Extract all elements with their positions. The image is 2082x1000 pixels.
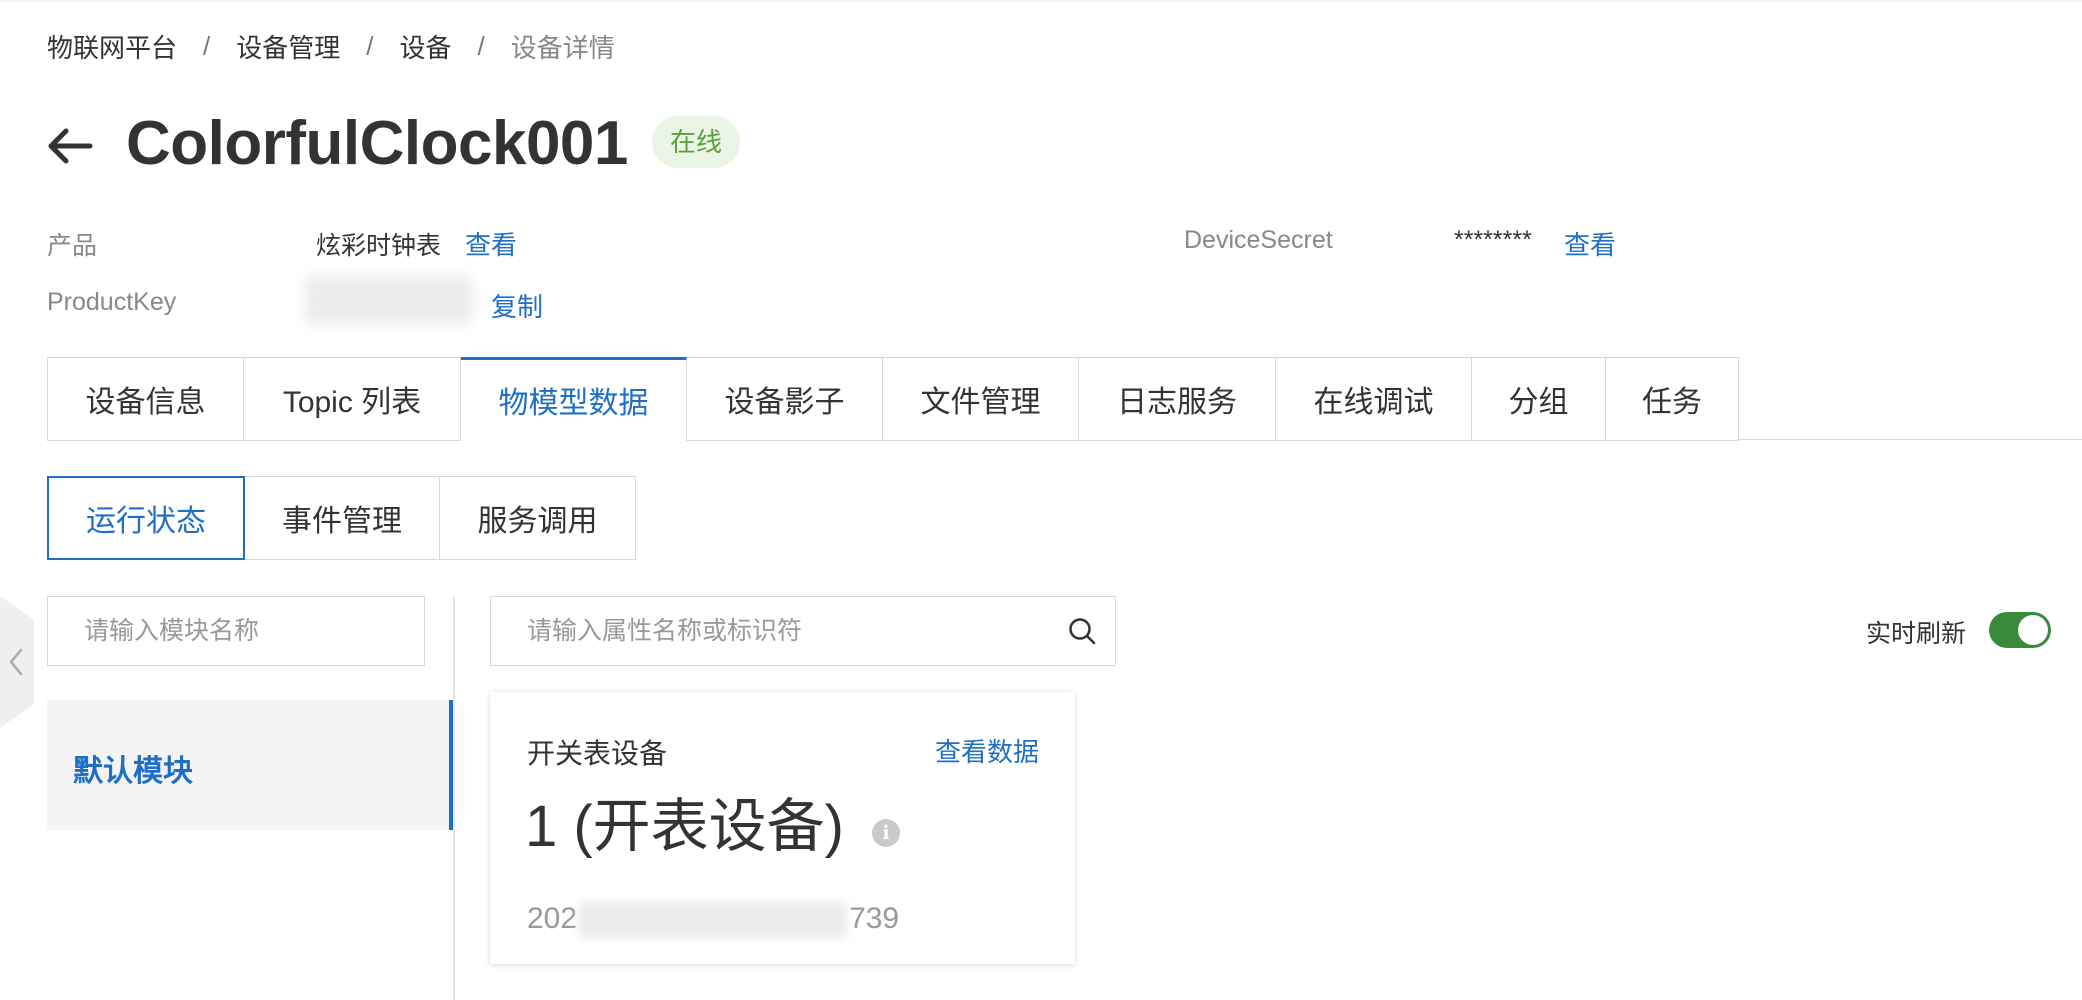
subtab-runtime-status[interactable]: 运行状态	[47, 476, 245, 560]
tab-device-info[interactable]: 设备信息	[47, 357, 244, 441]
tab-file-management[interactable]: 文件管理	[883, 357, 1079, 441]
product-view-link[interactable]: 查看	[465, 225, 517, 262]
device-secret-value: ********	[1454, 226, 1532, 254]
productkey-copy-link[interactable]: 复制	[491, 287, 543, 324]
property-search-input[interactable]	[491, 597, 1067, 665]
productkey-value-redacted	[305, 276, 473, 324]
status-badge: 在线	[652, 116, 741, 168]
timestamp-suffix: 739	[849, 902, 900, 935]
device-secret-label: DeviceSecret	[1184, 226, 1333, 254]
tab-bar-rule	[1737, 439, 2082, 440]
tab-topic-list[interactable]: Topic 列表	[244, 357, 461, 441]
sidebar-collapse-handle[interactable]	[0, 596, 34, 728]
timestamp-redacted	[579, 902, 848, 938]
breadcrumb-separator: /	[203, 30, 211, 61]
back-arrow-icon[interactable]	[44, 118, 94, 174]
property-value: 1 (开表设备)	[525, 794, 845, 859]
breadcrumb-separator: /	[366, 30, 374, 61]
module-item-default[interactable]: 默认模块	[47, 700, 453, 830]
breadcrumb-iot-platform[interactable]: 物联网平台	[47, 28, 177, 65]
product-value: 炫彩时钟表	[316, 232, 442, 260]
subtab-event-management[interactable]: 事件管理	[245, 476, 440, 560]
top-divider	[0, 0, 2082, 2]
module-item-label: 默认模块	[73, 755, 193, 788]
subtab-service-call[interactable]: 服务调用	[440, 476, 636, 560]
device-name-title: ColorfulClock001	[126, 109, 628, 178]
property-card: 开关表设备 查看数据 1 (开表设备) i 202 739	[490, 692, 1075, 964]
breadcrumb-device-detail: 设备详情	[510, 32, 615, 63]
chevron-left-icon	[9, 648, 23, 676]
product-label: 产品	[47, 232, 98, 260]
view-data-link[interactable]: 查看数据	[935, 732, 1039, 769]
breadcrumb: 物联网平台 / 设备管理 / 设备 / 设备详情	[47, 28, 615, 64]
main-tabs: 设备信息 Topic 列表 物模型数据 设备影子 文件管理 日志服务 在线调试 …	[47, 357, 1739, 441]
breadcrumb-device[interactable]: 设备	[400, 28, 452, 65]
sub-tabs: 运行状态 事件管理 服务调用	[47, 476, 636, 560]
breadcrumb-separator: /	[477, 30, 485, 61]
realtime-refresh-toggle[interactable]	[1989, 612, 2051, 648]
realtime-refresh-label: 实时刷新	[1866, 620, 1967, 648]
module-search-input[interactable]	[48, 597, 406, 665]
timestamp-prefix: 202	[527, 902, 578, 935]
breadcrumb-device-management[interactable]: 设备管理	[236, 28, 340, 65]
module-panel-divider	[453, 596, 455, 1000]
property-timestamp: 202 739	[527, 902, 899, 938]
tab-tasks[interactable]: 任务	[1606, 357, 1739, 441]
tab-log-service[interactable]: 日志服务	[1079, 357, 1276, 441]
device-secret-view-link[interactable]: 查看	[1564, 225, 1616, 262]
module-search-box	[47, 596, 425, 666]
tab-thing-model-data[interactable]: 物模型数据	[461, 357, 687, 441]
toggle-knob	[2018, 615, 2048, 645]
tab-device-shadow[interactable]: 设备影子	[687, 357, 883, 441]
info-icon[interactable]: i	[872, 819, 900, 847]
property-search-box	[490, 596, 1116, 666]
property-name: 开关表设备	[527, 738, 668, 769]
tab-groups[interactable]: 分组	[1472, 357, 1606, 441]
productkey-label: ProductKey	[47, 288, 177, 316]
search-icon[interactable]	[1067, 616, 1097, 646]
tab-online-debug[interactable]: 在线调试	[1276, 357, 1472, 441]
